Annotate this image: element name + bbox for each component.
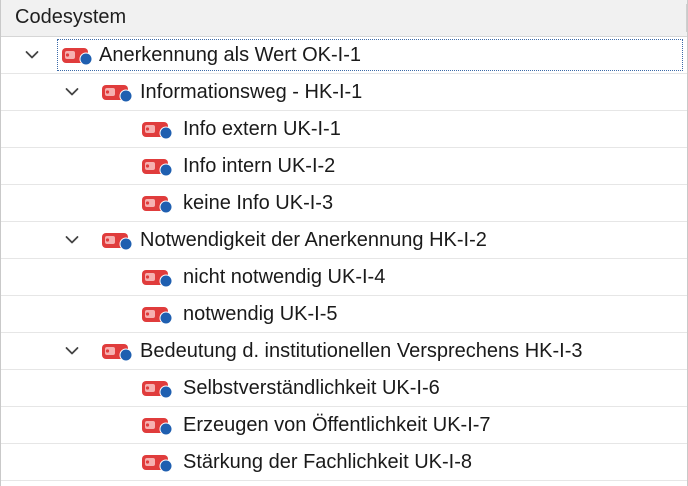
code-icon bbox=[141, 379, 175, 399]
tree-row-level-2[interactable]: Stärkung der Fachlichkeit UK-I-8 bbox=[1, 444, 687, 481]
code-label: nicht notwendig UK-I-4 bbox=[183, 266, 386, 288]
code-icon bbox=[141, 305, 175, 325]
chevron-down-icon[interactable] bbox=[63, 342, 81, 360]
tree-row-level-2[interactable]: nicht notwendig UK-I-4 bbox=[1, 259, 687, 296]
code-label: Selbstverständlichkeit UK-I-6 bbox=[183, 377, 440, 399]
code-label: Info intern UK-I-2 bbox=[183, 155, 336, 177]
panel-title: Codesystem bbox=[15, 6, 127, 28]
tree-row-level-2[interactable]: Erzeugen von Öffentlichkeit UK-I-7 bbox=[1, 407, 687, 444]
code-icon bbox=[101, 83, 135, 103]
tree-row-level-2[interactable]: Selbstverständlichkeit UK-I-6 bbox=[1, 370, 687, 407]
header-column-divider[interactable] bbox=[686, 4, 687, 32]
code-icon bbox=[141, 120, 175, 140]
code-icon bbox=[141, 194, 175, 214]
tree-row-level-1[interactable]: Informationsweg - HK-I-1 bbox=[1, 74, 687, 111]
code-icon bbox=[141, 416, 175, 436]
code-icon bbox=[101, 231, 135, 251]
panel-header: Codesystem bbox=[1, 0, 687, 37]
code-label: Anerkennung als Wert OK-I-1 bbox=[99, 44, 361, 66]
code-label: Informationsweg - HK-I-1 bbox=[140, 81, 363, 103]
tree-row-level-1[interactable]: Notwendigkeit der Anerkennung HK-I-2 bbox=[1, 222, 687, 259]
chevron-down-icon[interactable] bbox=[63, 231, 81, 249]
code-system-panel: Codesystem Anerkennung als Wert OK-I-1 In… bbox=[0, 0, 688, 486]
tree-row-level-2[interactable]: Info intern UK-I-2 bbox=[1, 148, 687, 185]
tree-row-level-1[interactable]: Bedeutung d. institutionellen Verspreche… bbox=[1, 333, 687, 370]
chevron-down-icon[interactable] bbox=[63, 83, 81, 101]
code-label: Notwendigkeit der Anerkennung HK-I-2 bbox=[140, 229, 487, 251]
code-tree[interactable]: Anerkennung als Wert OK-I-1 Informationsw… bbox=[1, 37, 687, 486]
code-icon bbox=[61, 46, 95, 66]
code-label: notwendig UK-I-5 bbox=[183, 303, 338, 325]
code-icon bbox=[101, 342, 135, 362]
code-icon bbox=[141, 157, 175, 177]
code-icon bbox=[141, 453, 175, 473]
tree-row-level-2[interactable]: notwendig UK-I-5 bbox=[1, 296, 687, 333]
code-label: Bedeutung d. institutionellen Verspreche… bbox=[140, 340, 583, 362]
code-label: keine Info UK-I-3 bbox=[183, 192, 334, 214]
tree-row-level-2[interactable]: Info extern UK-I-1 bbox=[1, 111, 687, 148]
code-icon bbox=[141, 268, 175, 288]
tree-row-level-0[interactable]: Anerkennung als Wert OK-I-1 bbox=[1, 37, 687, 74]
chevron-down-icon[interactable] bbox=[23, 46, 41, 64]
code-label: Stärkung der Fachlichkeit UK-I-8 bbox=[183, 451, 473, 473]
tree-row-level-2[interactable]: keine Info UK-I-3 bbox=[1, 185, 687, 222]
code-label: Erzeugen von Öffentlichkeit UK-I-7 bbox=[183, 414, 491, 436]
code-label: Info extern UK-I-1 bbox=[183, 118, 341, 140]
